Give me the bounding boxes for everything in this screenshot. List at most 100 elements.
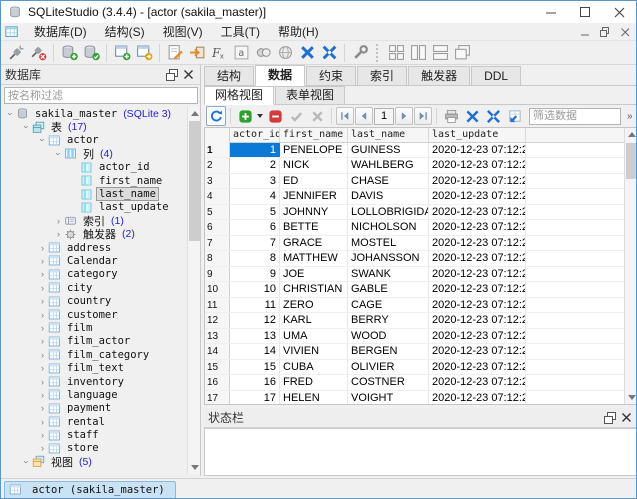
float-panel-icon[interactable] bbox=[164, 67, 180, 83]
row-number[interactable]: 12 bbox=[205, 313, 230, 327]
cell-first_name[interactable]: BETTE bbox=[280, 220, 348, 234]
row-number[interactable]: 5 bbox=[205, 205, 230, 219]
menu-item-1[interactable]: 结构(S) bbox=[96, 23, 154, 41]
cell-last_update[interactable]: 2020-12-23 07:12:29 bbox=[429, 236, 526, 250]
extensions-icon[interactable] bbox=[274, 42, 296, 64]
cell-first_name[interactable]: CUBA bbox=[280, 360, 348, 374]
delete-row-icon[interactable] bbox=[265, 106, 285, 126]
tree-item-触发器[interactable]: ›触发器(2) bbox=[1, 228, 187, 241]
maximize-icon[interactable] bbox=[568, 1, 602, 23]
cell-last_update[interactable]: 2020-12-23 07:12:29 bbox=[429, 282, 526, 296]
tab-结构[interactable]: 结构 bbox=[204, 66, 254, 85]
add-row-icon[interactable] bbox=[235, 106, 255, 126]
cell-last_update[interactable]: 2020-12-23 07:12:29 bbox=[429, 189, 526, 203]
row-number[interactable]: 16 bbox=[205, 375, 230, 389]
cell-last_update[interactable]: 2020-12-23 07:12:29 bbox=[429, 174, 526, 188]
cell-last_update[interactable]: 2020-12-23 07:12:29 bbox=[429, 329, 526, 343]
cell-actor_id[interactable]: 6 bbox=[230, 220, 280, 234]
cell-last_update[interactable]: 2020-12-23 07:12:29 bbox=[429, 158, 526, 172]
cell-last_update[interactable]: 2020-12-23 07:12:29 bbox=[429, 313, 526, 327]
tree-expander-icon[interactable]: › bbox=[53, 229, 64, 239]
commit-icon[interactable] bbox=[286, 106, 306, 126]
cell-actor_id[interactable]: 14 bbox=[230, 344, 280, 358]
tree-expander-icon[interactable]: › bbox=[37, 296, 48, 306]
grid-scroll-down-icon[interactable] bbox=[625, 391, 637, 404]
cell-actor_id[interactable]: 15 bbox=[230, 360, 280, 374]
tree-expander-icon[interactable]: › bbox=[6, 108, 16, 119]
tree-expander-icon[interactable]: › bbox=[54, 148, 64, 159]
next-page-icon[interactable] bbox=[395, 107, 413, 125]
view-tab-表单视图[interactable]: 表单视图 bbox=[275, 86, 345, 104]
tree-item-film[interactable]: ›film bbox=[1, 321, 187, 334]
tree-item-customer[interactable]: ›customer bbox=[1, 308, 187, 321]
cell-first_name[interactable]: UMA bbox=[280, 329, 348, 343]
mdi-minimize-icon[interactable] bbox=[578, 26, 592, 39]
cell-actor_id[interactable]: 4 bbox=[230, 189, 280, 203]
tab-触发器[interactable]: 触发器 bbox=[408, 66, 470, 85]
column-header-first_name[interactable]: first_name bbox=[280, 128, 348, 142]
tree-item-category[interactable]: ›category bbox=[1, 268, 187, 281]
grid-scroll-thumb[interactable] bbox=[626, 143, 637, 179]
tree-item-store[interactable]: ›store bbox=[1, 442, 187, 455]
tree-expander-icon[interactable]: › bbox=[37, 377, 48, 387]
tree-item-last_name[interactable]: last_name bbox=[1, 187, 187, 200]
row-number[interactable]: 13 bbox=[205, 329, 230, 343]
grid-filter-input[interactable] bbox=[529, 108, 621, 125]
tree-item-inventory[interactable]: ›inventory bbox=[1, 375, 187, 388]
tree-expander-icon[interactable]: › bbox=[37, 443, 48, 453]
cell-first_name[interactable]: FRED bbox=[280, 375, 348, 389]
row-number[interactable]: 15 bbox=[205, 360, 230, 374]
edit-database-icon[interactable] bbox=[80, 42, 102, 64]
tree-expander-icon[interactable]: › bbox=[37, 283, 48, 293]
configuration-wrench-icon[interactable] bbox=[349, 42, 371, 64]
tree-scroll-up-icon[interactable] bbox=[188, 107, 201, 120]
tree-item-sakila_master[interactable]: ›sakila_master(SQLite 3) bbox=[1, 107, 187, 120]
tree-expander-icon[interactable]: › bbox=[37, 430, 48, 440]
tree-expander-icon[interactable]: › bbox=[53, 216, 64, 226]
tree-item-film_actor[interactable]: ›film_actor bbox=[1, 335, 187, 348]
tree-item-country[interactable]: ›country bbox=[1, 294, 187, 307]
grid-corner-cell[interactable] bbox=[205, 128, 230, 143]
cell-actor_id[interactable]: 17 bbox=[230, 391, 280, 405]
cell-last_name[interactable]: LOLLOBRIGIDA bbox=[348, 205, 429, 219]
cell-actor_id[interactable]: 2 bbox=[230, 158, 280, 172]
cell-first_name[interactable]: JENNIFER bbox=[280, 189, 348, 203]
cell-actor_id[interactable]: 13 bbox=[230, 329, 280, 343]
tree-expander-icon[interactable]: › bbox=[37, 363, 48, 373]
mdi-cascade-icon[interactable] bbox=[451, 42, 473, 64]
tree-expander-icon[interactable]: › bbox=[22, 122, 32, 133]
tree-item-city[interactable]: ›city bbox=[1, 281, 187, 294]
tab-DDL[interactable]: DDL bbox=[471, 66, 521, 85]
tree-expander-icon[interactable]: › bbox=[37, 256, 48, 266]
add-row-dropdown-icon[interactable] bbox=[256, 114, 264, 118]
grid-scrollbar[interactable] bbox=[624, 128, 637, 404]
cell-last_update[interactable]: 2020-12-23 07:12:29 bbox=[429, 344, 526, 358]
first-page-icon[interactable] bbox=[336, 107, 354, 125]
tree-expander-icon[interactable]: › bbox=[37, 243, 48, 253]
mdi-rows-icon[interactable] bbox=[429, 42, 451, 64]
cell-last_name[interactable]: MOSTEL bbox=[348, 236, 429, 250]
functions-editor-icon[interactable]: Fx bbox=[208, 42, 230, 64]
load-full-data-icon[interactable] bbox=[504, 106, 524, 126]
rollback-icon[interactable] bbox=[307, 106, 327, 126]
cell-last_name[interactable]: BERGEN bbox=[348, 344, 429, 358]
tree-filter-input[interactable] bbox=[4, 87, 198, 104]
tree-item-staff[interactable]: ›staff bbox=[1, 428, 187, 441]
status-float-panel-icon[interactable] bbox=[602, 410, 618, 426]
view-tab-网格视图[interactable]: 网格视图 bbox=[204, 86, 274, 105]
print-icon[interactable] bbox=[441, 106, 461, 126]
tree-expander-icon[interactable]: › bbox=[37, 269, 48, 279]
cell-actor_id[interactable]: 8 bbox=[230, 251, 280, 265]
tree-item-视图[interactable]: ›视图(5) bbox=[1, 455, 187, 468]
row-number[interactable]: 14 bbox=[205, 344, 230, 358]
cell-actor_id[interactable]: 11 bbox=[230, 298, 280, 312]
cell-first_name[interactable]: JOHNNY bbox=[280, 205, 348, 219]
row-number[interactable]: 11 bbox=[205, 298, 230, 312]
collapse-columns-icon[interactable] bbox=[462, 106, 482, 126]
restore-windows-icon[interactable] bbox=[318, 42, 340, 64]
tab-索引[interactable]: 索引 bbox=[357, 66, 407, 85]
cell-first_name[interactable]: VIVIEN bbox=[280, 344, 348, 358]
close-panel-icon[interactable] bbox=[180, 67, 196, 83]
row-number[interactable]: 3 bbox=[205, 174, 230, 188]
toolbar-handle[interactable] bbox=[376, 44, 380, 62]
